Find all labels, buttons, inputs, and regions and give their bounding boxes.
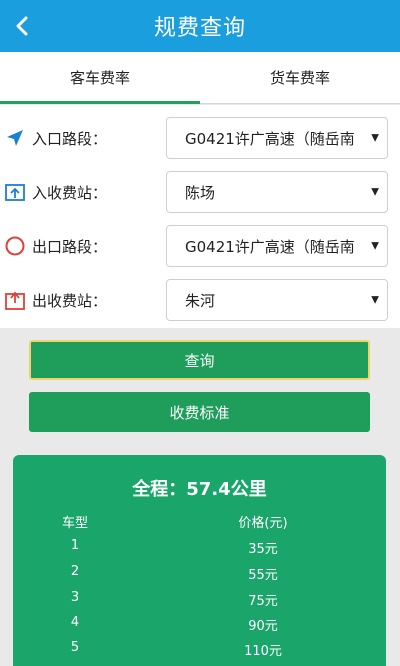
dropdown-caret-icon: ▼ xyxy=(371,240,379,252)
price-cell: 75元 xyxy=(248,594,278,609)
dropdown-caret-icon: ▼ xyxy=(371,186,379,198)
fare-tabs: 客车费率 货车费率 xyxy=(0,52,400,104)
entry-road-row: 入口路段： G0421许广高速（随岳南 ▼ xyxy=(0,112,400,164)
vehicle-type-header: 车型 xyxy=(61,516,88,531)
exit-station-row: 出收费站： 朱河 ▼ xyxy=(0,274,400,326)
chevron-left-icon xyxy=(16,16,28,36)
fee-standard-button[interactable]: 收费标准 xyxy=(29,392,370,432)
entry-station-icon xyxy=(4,181,26,203)
exit-station-select[interactable]: 朱河 ▼ xyxy=(166,279,388,321)
exit-road-row: 出口路段： G0421许广高速（随岳南 ▼ xyxy=(0,220,400,272)
table-row: 4 90元 xyxy=(13,615,386,635)
result-panel: 全程：57.4公里 车型 价格(元) 1 35元 2 55元 3 75元 4 9… xyxy=(13,455,386,666)
dropdown-caret-icon: ▼ xyxy=(371,132,379,144)
table-row: 1 35元 xyxy=(13,538,386,558)
tab-truck-fare[interactable]: 货车费率 xyxy=(200,52,400,103)
vehicle-type-cell: 4 xyxy=(70,615,80,630)
exit-station-value: 朱河 xyxy=(185,291,216,310)
query-button[interactable]: 查询 xyxy=(29,340,370,380)
price-cell: 90元 xyxy=(248,619,278,634)
entry-station-value: 陈场 xyxy=(185,183,216,202)
total-distance: 全程：57.4公里 xyxy=(132,479,267,500)
result-header-row: 车型 价格(元) xyxy=(13,512,386,532)
price-header: 价格(元) xyxy=(238,516,288,531)
price-cell: 35元 xyxy=(248,542,278,557)
entry-road-label: 入口路段： xyxy=(32,129,108,148)
entry-station-select[interactable]: 陈场 ▼ xyxy=(166,171,388,213)
price-cell: 110元 xyxy=(244,644,282,659)
entry-road-select[interactable]: G0421许广高速（随岳南 ▼ xyxy=(166,117,388,159)
back-button[interactable] xyxy=(0,0,44,52)
exit-circle-icon xyxy=(4,235,26,257)
exit-road-select[interactable]: G0421许广高速（随岳南 ▼ xyxy=(166,225,388,267)
entry-road-value: G0421许广高速（随岳南 xyxy=(185,129,355,148)
page-title: 规费查询 xyxy=(153,16,246,41)
exit-road-value: G0421许广高速（随岳南 xyxy=(185,237,355,256)
price-cell: 55元 xyxy=(248,568,278,583)
tab-passenger-fare[interactable]: 客车费率 xyxy=(0,52,200,104)
app-root: 规费查询 客车费率 货车费率 入口路段： G0421许广高速（随岳南 ▼ 入收费… xyxy=(0,0,400,666)
table-row: 3 75元 xyxy=(13,590,386,610)
query-form: 入口路段： G0421许广高速（随岳南 ▼ 入收费站： 陈场 ▼ 出口路段： G… xyxy=(0,105,400,328)
entry-station-row: 入收费站： 陈场 ▼ xyxy=(0,166,400,218)
table-row: 2 55元 xyxy=(13,564,386,584)
header-bar: 规费查询 xyxy=(0,0,400,52)
vehicle-type-cell: 1 xyxy=(70,538,80,553)
exit-road-label: 出口路段： xyxy=(32,237,108,256)
vehicle-type-cell: 2 xyxy=(70,564,80,579)
exit-station-label: 出收费站： xyxy=(32,291,108,310)
dropdown-caret-icon: ▼ xyxy=(371,294,379,306)
navigation-arrow-icon xyxy=(4,127,26,149)
vehicle-type-cell: 3 xyxy=(70,590,80,605)
exit-station-icon xyxy=(4,289,26,311)
entry-station-label: 入收费站： xyxy=(32,183,108,202)
vehicle-type-cell: 5 xyxy=(70,640,80,655)
table-row: 5 110元 xyxy=(13,640,386,660)
